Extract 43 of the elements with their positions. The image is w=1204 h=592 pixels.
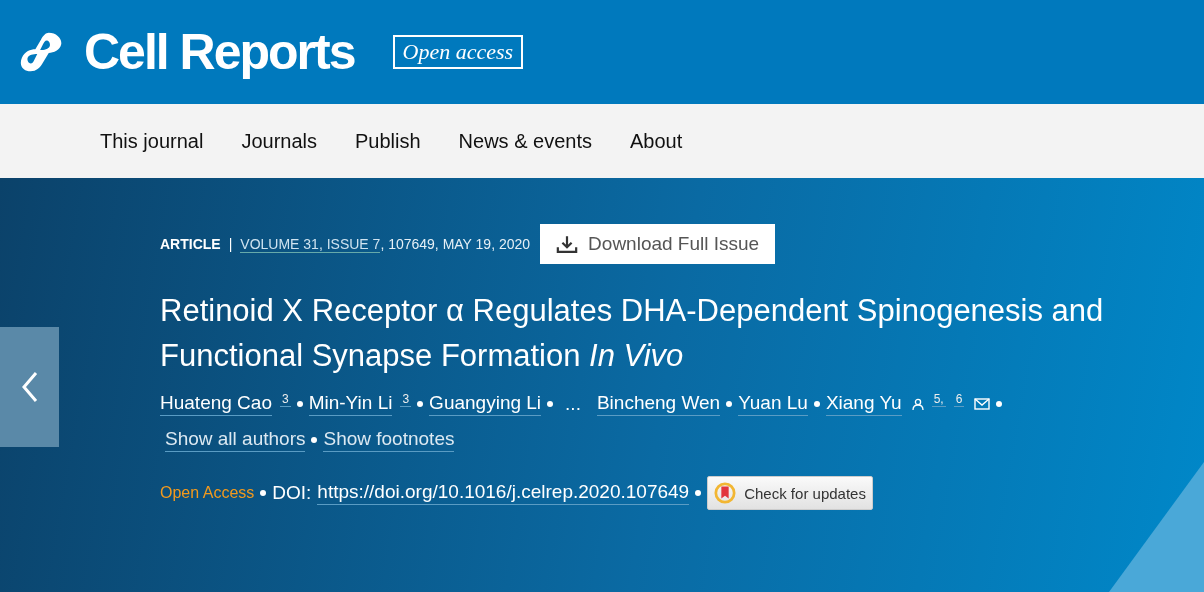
nav-link[interactable]: News & events <box>458 129 592 153</box>
footnote-link[interactable]: 5, <box>931 392 946 407</box>
author-link[interactable]: Bincheng Wen <box>596 392 721 416</box>
download-icon <box>556 234 579 254</box>
download-button[interactable]: Download Full Issue <box>540 224 776 264</box>
nav-link[interactable]: This journal <box>100 129 204 153</box>
open-access-badge: Open access <box>392 35 524 69</box>
separator-dot <box>726 401 733 407</box>
separator-dot <box>813 401 820 407</box>
doi-link[interactable]: https://doi.org/10.1016/j.celrep.2020.107649 <box>317 481 690 505</box>
ellipsis: ... <box>565 393 581 415</box>
author-link[interactable]: Huateng Cao <box>160 392 272 416</box>
doi-label: DOI: <box>272 482 312 504</box>
separator: | <box>228 236 233 252</box>
separator-dot <box>311 437 318 443</box>
footnote-link[interactable]: 3 <box>279 392 291 407</box>
open-access-label: Open Access <box>160 484 255 502</box>
show-link[interactable]: Show all authors <box>165 428 306 452</box>
separator-dot <box>996 401 1003 407</box>
nav-link[interactable]: Publish <box>355 129 421 153</box>
footnote-link[interactable]: 3 <box>400 392 412 407</box>
separator-dot <box>547 401 554 407</box>
volume-link[interactable]: VOLUME 31, ISSUE 7 <box>240 235 381 253</box>
bookmark-badge-icon <box>714 482 737 504</box>
nav-link[interactable]: About <box>630 129 683 153</box>
author-link[interactable]: Yuan Lu <box>738 392 808 416</box>
check-updates-button[interactable]: Check for updates <box>707 476 873 510</box>
citation-text: , 107649, MAY 19, 2020 <box>380 236 531 252</box>
separator-dot <box>260 490 267 496</box>
mail-icon[interactable] <box>974 398 991 410</box>
article-type: ARTICLE <box>160 236 221 252</box>
author-link[interactable]: Guangying Li <box>429 392 542 416</box>
article-title: Retinoid X Receptor α Regulates DHA-Dependent Spinogenesis and Functional Synapse Formation In Vivo <box>160 292 1105 375</box>
author-link[interactable]: Min-Yin Li <box>308 392 393 416</box>
journal-logo-text[interactable]: Cell Reports <box>84 23 355 81</box>
separator-dot <box>695 490 702 496</box>
show-link[interactable]: Show footnotes <box>323 428 455 452</box>
footnote-link[interactable]: 6 <box>953 392 965 407</box>
chevron-left-icon <box>20 371 39 403</box>
separator-dot <box>417 401 424 407</box>
separator-dot <box>296 401 303 407</box>
author-link[interactable]: Xiang Yu <box>825 392 902 416</box>
nav-link[interactable]: Journals <box>241 129 317 153</box>
